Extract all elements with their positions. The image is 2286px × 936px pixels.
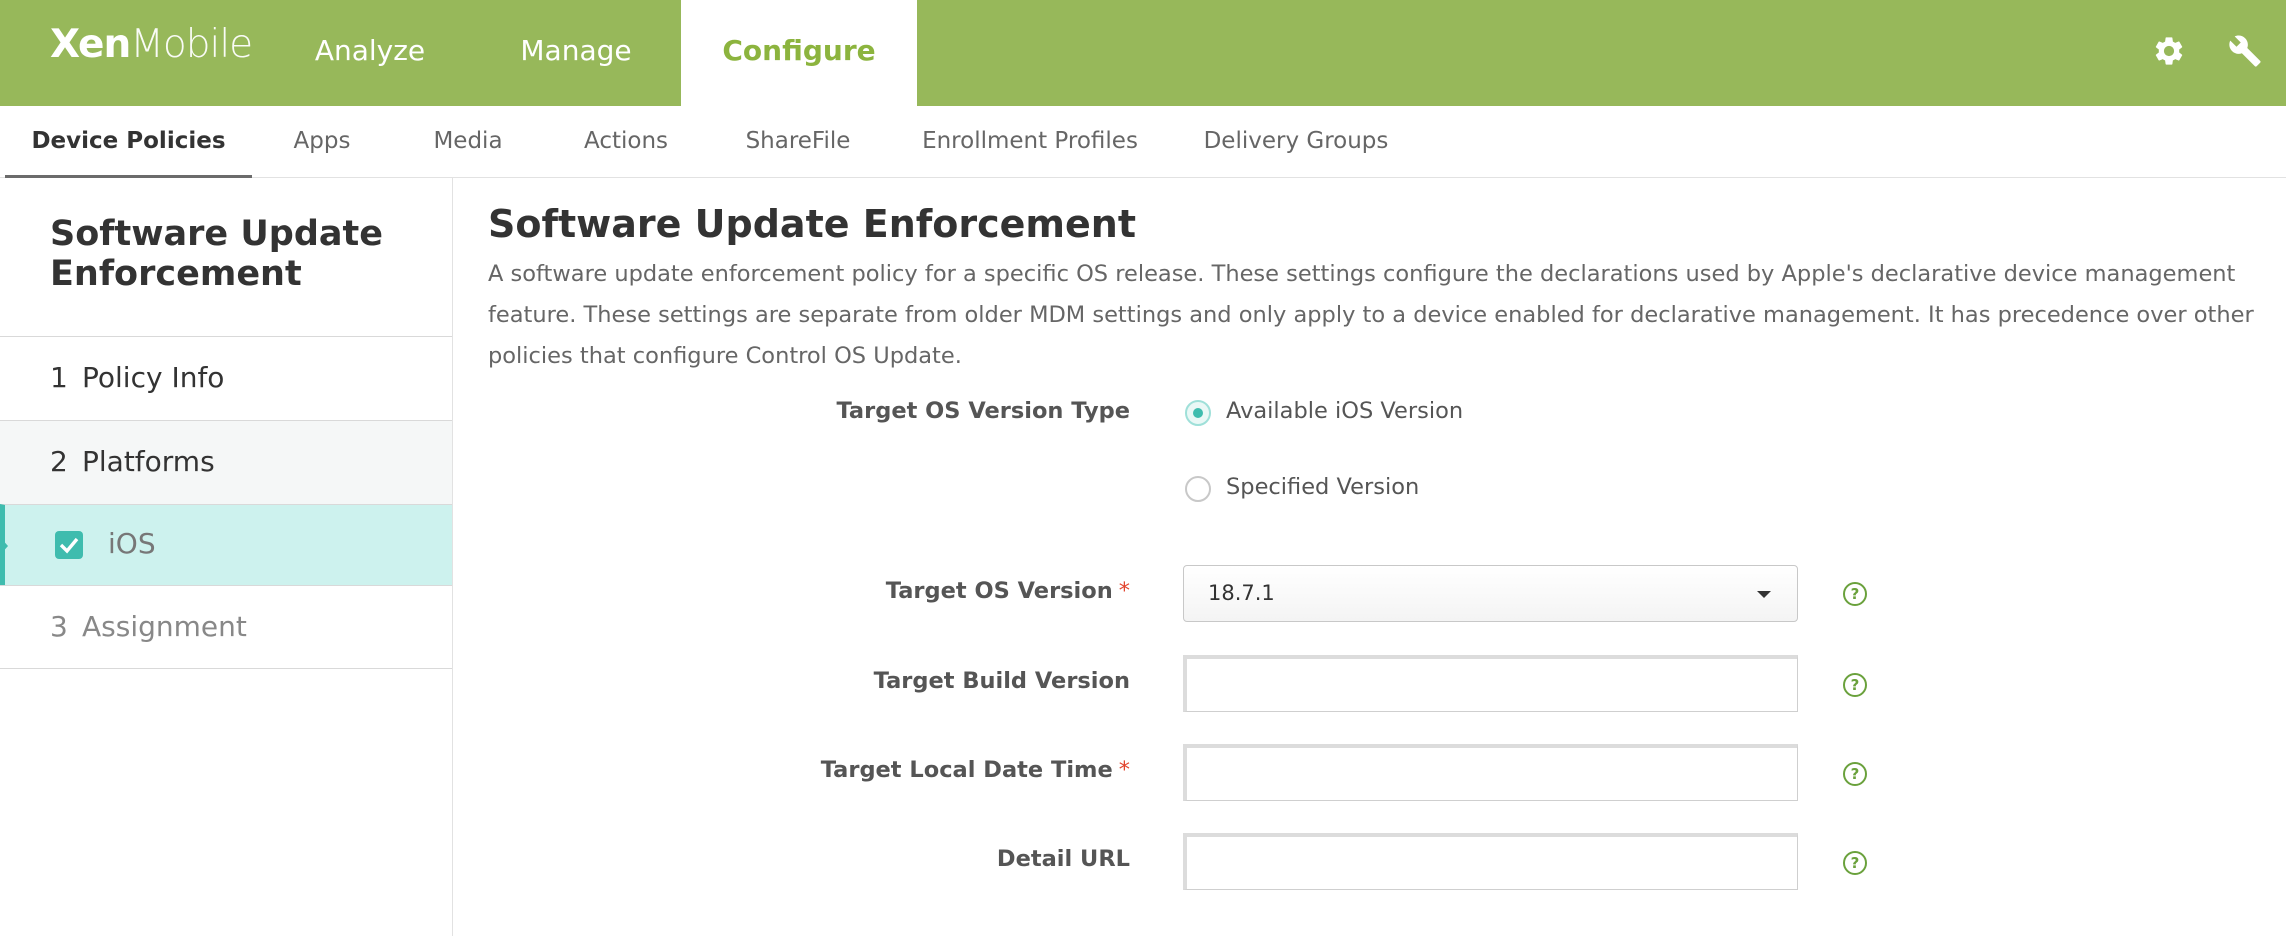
radio-label-specified-version[interactable]: Specified Version (1226, 474, 1419, 500)
radio-label-available-ios-version[interactable]: Available iOS Version (1226, 398, 1463, 424)
subnav-tab-media[interactable]: Media (421, 106, 515, 178)
sidebar-title: Software Update Enforcement (50, 214, 383, 294)
target-build-version-input[interactable] (1183, 655, 1798, 712)
page-title: Software Update Enforcement (488, 202, 1137, 246)
field-label-text: Target Build Version (873, 668, 1130, 694)
top-navigation-bar: XenMobile Analyze Manage Configure (0, 0, 2286, 106)
target-local-date-time-label: Target Local Date Time * (821, 757, 1130, 783)
sub-navigation-bar: Device Policies Apps Media Actions Share… (0, 106, 2286, 178)
nav-tab-manage[interactable]: Manage (500, 0, 652, 106)
detail-url-label: Detail URL (997, 846, 1130, 872)
step-label: Platforms (82, 445, 215, 478)
target-os-version-label: Target OS Version * (886, 578, 1130, 604)
xenmobile-logo[interactable]: XenMobile (50, 22, 253, 67)
step-number: 3 (50, 610, 68, 643)
step-label: Policy Info (82, 361, 225, 394)
selected-arrow-indicator (0, 537, 8, 555)
radio-available-ios-version[interactable] (1185, 400, 1211, 426)
target-local-date-time-input[interactable] (1183, 744, 1798, 801)
subnav-tab-delivery-groups[interactable]: Delivery Groups (1200, 106, 1392, 178)
policy-wizard-sidebar: Software Update Enforcement 1 Policy Info… (0, 178, 453, 936)
page-description: A software update enforcement policy for… (488, 261, 2254, 369)
help-icon[interactable]: ? (1843, 851, 1867, 875)
target-build-version-label: Target Build Version (874, 668, 1130, 694)
detail-url-input[interactable] (1183, 833, 1798, 890)
field-label-text: Target OS Version Type (836, 398, 1130, 424)
subnav-tab-sharefile[interactable]: ShareFile (736, 106, 860, 178)
logo-text-xen: Xen (50, 22, 131, 67)
field-label-text: Target Local Date Time (820, 757, 1113, 783)
field-label-text: Detail URL (996, 846, 1130, 872)
nav-tab-analyze[interactable]: Analyze (296, 0, 444, 106)
ios-checkbox[interactable] (55, 531, 83, 559)
step-number: 2 (50, 445, 68, 478)
subnav-tab-device-policies[interactable]: Device Policies (5, 106, 252, 178)
platform-label: iOS (108, 527, 156, 560)
required-asterisk: * (1118, 757, 1130, 783)
target-os-version-select[interactable]: 18.7.1 (1183, 565, 1798, 622)
radio-specified-version[interactable] (1185, 476, 1211, 502)
subnav-tab-actions[interactable]: Actions (572, 106, 680, 178)
help-icon[interactable]: ? (1843, 582, 1867, 606)
logo-text-mobile: Mobile (130, 22, 253, 67)
caret-down-icon (1757, 591, 1771, 598)
gear-icon[interactable] (2152, 34, 2188, 70)
nav-tab-configure[interactable]: Configure (681, 0, 917, 106)
help-icon[interactable]: ? (1843, 762, 1867, 786)
help-icon[interactable]: ? (1843, 673, 1867, 697)
selected-value: 18.7.1 (1208, 581, 1275, 605)
sidebar-step-platforms[interactable]: 2 Platforms (0, 420, 452, 504)
checkmark-icon (59, 537, 79, 554)
required-asterisk: * (1118, 578, 1130, 604)
step-label: Assignment (82, 610, 247, 643)
step-number: 1 (50, 361, 68, 394)
sidebar-step-policy-info[interactable]: 1 Policy Info (0, 336, 452, 420)
field-label-text: Target OS Version (885, 578, 1113, 604)
target-os-version-type-label: Target OS Version Type (836, 398, 1130, 424)
subnav-tab-apps[interactable]: Apps (279, 106, 365, 178)
sidebar-item-ios[interactable]: iOS (0, 504, 452, 585)
wrench-icon[interactable] (2228, 34, 2264, 70)
sidebar-step-assignment[interactable]: 3 Assignment (0, 585, 452, 669)
subnav-tab-enrollment-profiles[interactable]: Enrollment Profiles (918, 106, 1142, 178)
